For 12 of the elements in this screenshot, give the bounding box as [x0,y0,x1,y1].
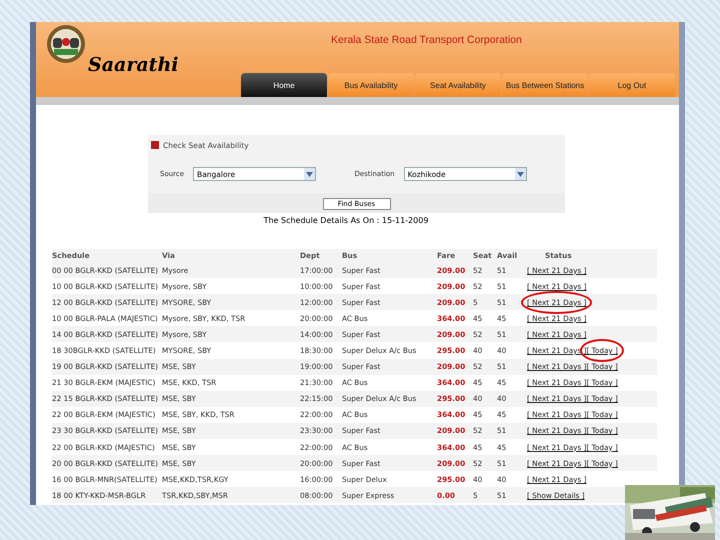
schedule-caption: The Schedule Details As On : 15-11-2009 [262,216,430,225]
nav-tab[interactable]: Bus Availability [328,73,414,97]
nav-tab[interactable]: Bus Between Stations [502,73,588,97]
nav-tab[interactable]: Seat Availability [415,73,501,97]
organization-title: Kerala State Road Transport Corporation [330,33,523,46]
form-icon [151,141,159,149]
nav-tab[interactable]: Log Out [589,73,675,97]
dropdown-caret-icon[interactable] [304,168,316,180]
brand-name: Saarathi [88,54,178,76]
emblem-icon [46,24,86,64]
dropdown-caret-icon[interactable] [515,168,526,180]
nav-tab[interactable]: Home [241,73,327,97]
